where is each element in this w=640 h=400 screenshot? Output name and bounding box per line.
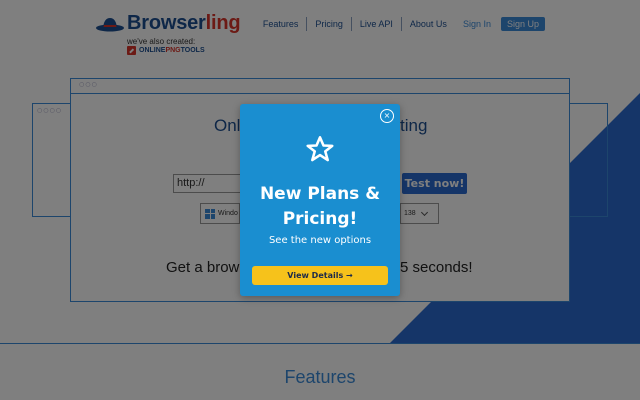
pricing-modal: × New Plans & Pricing! See the new optio…: [240, 104, 400, 296]
modal-title: New Plans & Pricing!: [259, 184, 381, 229]
modal-subtitle: See the new options: [268, 235, 372, 246]
view-details-button[interactable]: View Details →: [252, 266, 388, 285]
star-icon: [306, 136, 334, 162]
close-icon[interactable]: ×: [380, 109, 394, 123]
